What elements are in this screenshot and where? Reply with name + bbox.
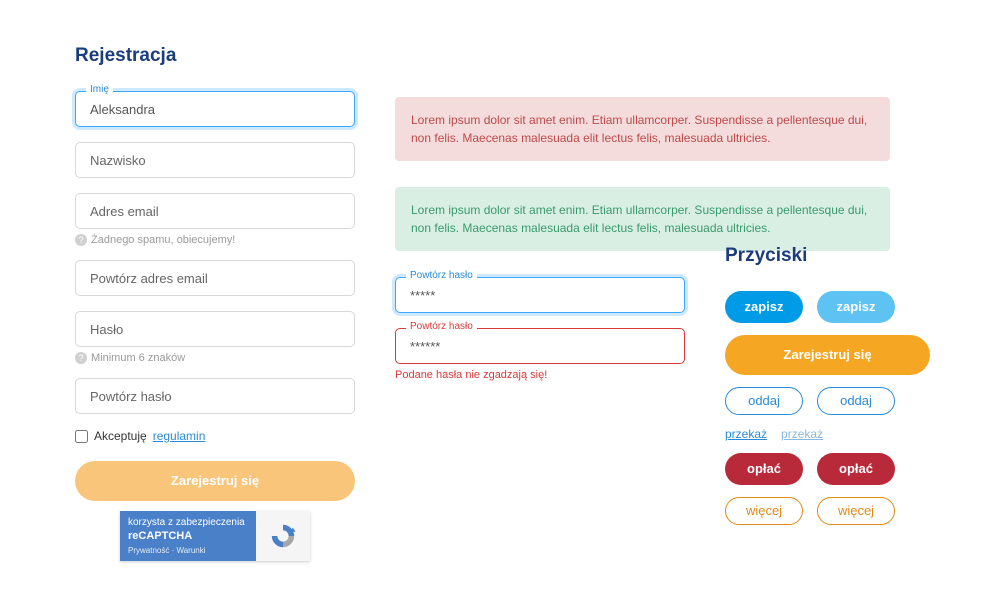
email-input[interactable] xyxy=(75,193,355,229)
pay-button-2[interactable]: opłać xyxy=(817,453,895,485)
password-input[interactable] xyxy=(75,311,355,347)
recaptcha-line3: Prywatność · Warunki xyxy=(128,546,248,555)
accept-terms-checkbox[interactable] xyxy=(75,430,88,443)
question-icon: ? xyxy=(75,234,87,246)
save-button[interactable]: zapisz xyxy=(725,291,803,323)
accept-terms-row: Akceptuję regulamin xyxy=(75,429,355,443)
first-name-field-wrap: Imię xyxy=(75,91,355,127)
recaptcha-line2: reCAPTCHA xyxy=(128,530,248,542)
register-button[interactable]: Zarejestruj się xyxy=(725,335,930,375)
password-field-wrap xyxy=(75,311,355,347)
terms-link[interactable]: regulamin xyxy=(153,429,206,443)
pw-demo-label-2: Powtórz hasło xyxy=(406,321,477,332)
email-repeat-input[interactable] xyxy=(75,260,355,296)
pw-demo-focused-wrap: Powtórz hasło xyxy=(395,277,685,313)
more-button[interactable]: więcej xyxy=(725,497,803,525)
transfer-link-muted[interactable]: przekaż xyxy=(781,427,823,441)
register-submit-button[interactable]: Zarejestruj się xyxy=(75,461,355,501)
recaptcha-icon xyxy=(269,522,297,550)
recaptcha-badge: korzysta z zabezpieczenia reCAPTCHA Pryw… xyxy=(120,511,310,561)
email-hint: ? Żadnego spamu, obiecujemy! xyxy=(75,234,355,246)
pw-demo-label-1: Powtórz hasło xyxy=(406,270,477,281)
pw-demo-error-text: Podane hasła nie zgadzają się! xyxy=(395,369,685,381)
transfer-link[interactable]: przekaż xyxy=(725,427,767,441)
email-field-wrap xyxy=(75,193,355,229)
question-icon: ? xyxy=(75,352,87,364)
first-name-input[interactable] xyxy=(75,91,355,127)
save-button-light[interactable]: zapisz xyxy=(817,291,895,323)
buttons-heading: Przyciski xyxy=(725,245,930,267)
last-name-input[interactable] xyxy=(75,142,355,178)
password-repeat-field-wrap xyxy=(75,378,355,414)
recaptcha-line1: korzysta z zabezpieczenia xyxy=(128,517,248,528)
last-name-field-wrap xyxy=(75,142,355,178)
pw-demo-input-2[interactable] xyxy=(395,328,685,364)
password-hint: ? Minimum 6 znaków xyxy=(75,352,355,364)
password-repeat-input[interactable] xyxy=(75,378,355,414)
email-repeat-field-wrap xyxy=(75,260,355,296)
accept-terms-text: Akceptuję xyxy=(94,429,147,443)
page-title: Rejestracja xyxy=(75,45,355,67)
more-button-2[interactable]: więcej xyxy=(817,497,895,525)
pw-demo-error-wrap: Powtórz hasło xyxy=(395,328,685,364)
pay-button[interactable]: opłać xyxy=(725,453,803,485)
first-name-label: Imię xyxy=(86,84,113,95)
pw-demo-input-1[interactable] xyxy=(395,277,685,313)
return-button[interactable]: oddaj xyxy=(725,387,803,415)
return-button-2[interactable]: oddaj xyxy=(817,387,895,415)
